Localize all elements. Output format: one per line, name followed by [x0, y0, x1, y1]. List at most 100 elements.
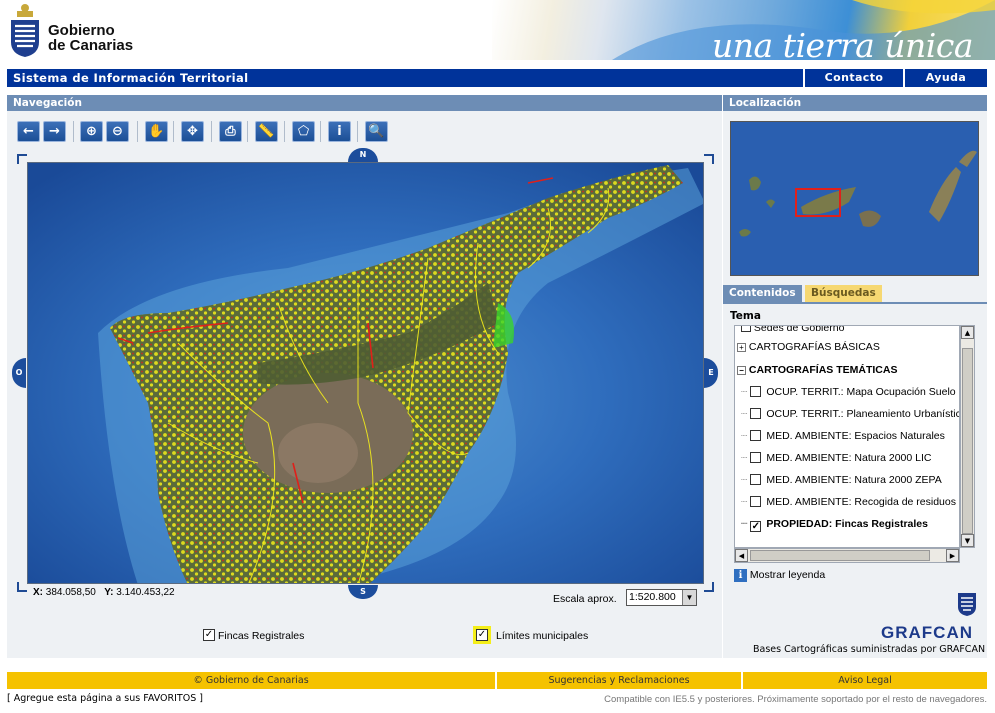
tree-connector: ┈: [741, 496, 748, 508]
tree-row-label: MED. AMBIENTE: Natura 2000 ZEPA: [766, 474, 942, 486]
toolbar-separator: [320, 121, 321, 142]
pan-hand-icon[interactable]: ✋: [145, 121, 168, 142]
compatibility-note: Compatible con IE5.5 y posteriores. Próx…: [604, 694, 987, 705]
top-nav-bar: Sistema de Información Territorial Conta…: [7, 69, 987, 87]
tab-contenidos[interactable]: Contenidos: [723, 285, 802, 302]
tree-row-label: CARTOGRAFÍAS BÁSICAS: [748, 341, 880, 353]
grafcan-logo[interactable]: GRAFCAN: [881, 623, 973, 643]
navigation-panel: Navegación N S O E X: 384.058,50 Y: 3.14…: [7, 95, 722, 658]
add-favorites-link[interactable]: [ Agregue esta página a sus FAVORITOS ]: [7, 693, 203, 704]
zoom-in-icon[interactable]: ⊕: [80, 121, 103, 142]
tree-row[interactable]: ┈ OCUP. TERRIT.: Planeamiento Urbanístico: [741, 408, 960, 420]
toolbar-separator: [211, 121, 212, 142]
tree-row[interactable]: ┈ MED. AMBIENTE: Espacios Naturales: [741, 430, 945, 442]
toolbar-separator: [137, 121, 138, 142]
toolbar-separator: [173, 121, 174, 142]
scroll-down-icon[interactable]: ▼: [961, 534, 974, 547]
zoom-search-icon[interactable]: 🔍: [365, 121, 388, 142]
map-image: [28, 163, 703, 583]
print-icon[interactable]: ⎙: [219, 121, 242, 142]
tree-checkbox[interactable]: [750, 474, 762, 485]
back-icon[interactable]: ←: [17, 121, 40, 142]
contact-link[interactable]: Contacto: [803, 69, 903, 87]
tree-row[interactable]: ┈ MED. AMBIENTE: Natura 2000 ZEPA: [741, 474, 942, 486]
pan-south-button[interactable]: S: [348, 585, 378, 599]
pan-east-button[interactable]: E: [704, 358, 718, 388]
navigation-panel-title: Navegación: [7, 95, 722, 111]
layer-tree: Sedes de Gobierno + CARTOGRAFÍAS BÁSICAS…: [734, 325, 960, 548]
pan-west-button[interactable]: O: [12, 358, 26, 388]
tabs-divider: [723, 302, 987, 304]
tree-connector: ┈: [741, 452, 748, 464]
tree-checkbox[interactable]: [750, 386, 762, 397]
collapse-minus-icon[interactable]: −: [737, 366, 746, 375]
tree-row[interactable]: ┈ ✓ PROPIEDAD: Fincas Registrales: [741, 518, 928, 532]
toolbar-separator: [247, 121, 248, 142]
scale-select-value: 1:520.800: [629, 591, 676, 603]
tree-row[interactable]: Sedes de Gobierno: [741, 326, 844, 334]
map-canvas[interactable]: [27, 162, 704, 584]
tree-row-label: MED. AMBIENTE: Recogida de residuos: [766, 496, 956, 508]
x-coord-label: X:: [33, 587, 43, 598]
header-banner: una tierra única: [492, 0, 995, 60]
tree-checkbox[interactable]: [750, 452, 762, 463]
tree-row-label: OCUP. TERRIT.: Planeamiento Urbanístico: [766, 408, 960, 420]
scale-label: Escala aprox.: [553, 593, 617, 605]
scroll-thumb[interactable]: [750, 550, 930, 561]
tree-horizontal-scrollbar[interactable]: ◀ ▶: [734, 548, 960, 563]
tree-vertical-scrollbar[interactable]: ▲ ▼: [960, 325, 975, 548]
map-frame-corner: [704, 154, 714, 164]
limites-municipales-checkbox[interactable]: ✓: [476, 629, 488, 641]
tree-row[interactable]: + CARTOGRAFÍAS BÁSICAS: [737, 341, 880, 353]
show-legend-link[interactable]: i Mostrar leyenda: [734, 569, 825, 582]
scroll-left-icon[interactable]: ◀: [735, 549, 748, 562]
measure-ruler-icon[interactable]: 📏: [255, 121, 278, 142]
scroll-up-icon[interactable]: ▲: [961, 326, 974, 339]
tree-row[interactable]: ┈ MED. AMBIENTE: Natura 2000 LIC: [741, 452, 931, 464]
copyright-link[interactable]: © Gobierno de Canarias: [7, 672, 497, 689]
info-icon[interactable]: i: [328, 121, 351, 142]
y-coord-label: Y:: [104, 587, 114, 598]
coat-of-arms-icon: [11, 4, 39, 57]
tree-row[interactable]: − CARTOGRAFÍAS TEMÁTICAS: [737, 364, 897, 376]
tree-row[interactable]: ┈ OCUP. TERRIT.: Mapa Ocupación Suelo: [741, 386, 956, 398]
scroll-thumb[interactable]: [962, 348, 973, 534]
tree-checkbox[interactable]: ✓: [750, 521, 762, 532]
org-name: Gobierno de Canarias: [48, 23, 133, 53]
tree-checkbox[interactable]: [750, 408, 762, 419]
legal-notice-link[interactable]: Aviso Legal: [743, 672, 987, 689]
tree-row[interactable]: ┈ MED. AMBIENTE: Recogida de residuos: [741, 496, 956, 508]
chevron-down-icon[interactable]: ▼: [682, 590, 696, 605]
tree-checkbox[interactable]: [750, 430, 762, 441]
map-frame-corner: [17, 582, 27, 592]
tree-row-label: MED. AMBIENTE: Natura 2000 LIC: [766, 452, 932, 464]
tree-connector: ┈: [741, 474, 748, 486]
toolbar-separator: [73, 121, 74, 142]
tree-row-label: OCUP. TERRIT.: Mapa Ocupación Suelo: [766, 386, 956, 398]
zoom-out-icon[interactable]: ⊖: [106, 121, 129, 142]
fincas-registrales-checkbox[interactable]: ✓: [203, 629, 215, 641]
scale-select[interactable]: 1:520.800 ▼: [626, 589, 697, 606]
overview-map[interactable]: [730, 121, 979, 276]
pan-north-button[interactable]: N: [348, 148, 378, 162]
forward-icon[interactable]: →: [43, 121, 66, 142]
tab-busquedas[interactable]: Búsquedas: [805, 285, 882, 302]
system-title: Sistema de Información Territorial: [13, 71, 249, 85]
org-name-line2: de Canarias: [48, 37, 134, 54]
org-name-line1: Gobierno: [48, 22, 115, 39]
toolbar-separator: [357, 121, 358, 142]
area-polygon-icon[interactable]: ⬠: [292, 121, 315, 142]
expand-plus-icon[interactable]: +: [737, 343, 746, 352]
tree-connector: ┈: [741, 430, 748, 442]
location-panel: Localización Contenidos Búsquedas Tema S…: [723, 95, 987, 658]
tree-connector: ┈: [741, 518, 748, 530]
full-extent-icon[interactable]: ✥: [181, 121, 204, 142]
tree-connector: ┈: [741, 386, 748, 398]
toolbar-separator: [284, 121, 285, 142]
show-legend-label: Mostrar leyenda: [749, 569, 826, 581]
suggestions-link[interactable]: Sugerencias y Reclamaciones: [497, 672, 743, 689]
tree-checkbox[interactable]: [750, 496, 762, 507]
help-link[interactable]: Ayuda: [903, 69, 987, 87]
scroll-right-icon[interactable]: ▶: [946, 549, 959, 562]
tree-checkbox[interactable]: [741, 326, 751, 332]
